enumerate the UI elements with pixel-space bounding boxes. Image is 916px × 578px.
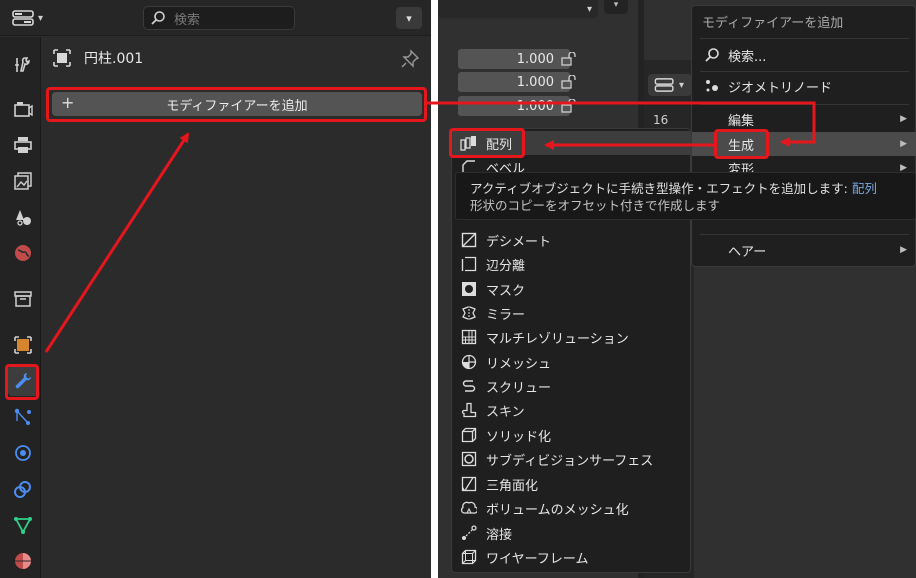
menu-item-geometry-nodes[interactable]: ジオメトリノード <box>692 74 916 98</box>
menu-separator <box>700 38 909 39</box>
submenu-item-wireframe[interactable]: ワイヤーフレーム <box>452 545 690 569</box>
object-name-row: 円柱.001 <box>52 46 143 70</box>
mask-icon <box>462 282 476 296</box>
chevron-down-icon: ▾ <box>679 79 685 91</box>
chevron-down-icon: ▾ <box>38 12 44 24</box>
menu-separator <box>700 104 909 105</box>
highlight-add-modifier <box>46 87 427 122</box>
world-icon[interactable] <box>8 238 38 268</box>
submenu-item-mask[interactable]: マスク <box>452 277 690 301</box>
menu-item-hair[interactable]: ヘアー ▶ <box>692 238 916 262</box>
options-dropdown-button[interactable]: ▾ <box>396 7 422 29</box>
subsurf-icon <box>461 451 477 467</box>
menu-item-search[interactable]: 検索... <box>692 43 916 67</box>
object-data-mesh-icon[interactable] <box>8 510 38 540</box>
submenu-item-triangulate[interactable]: 三角面化 <box>452 472 690 496</box>
search-icon <box>705 48 719 62</box>
menu-separator <box>700 71 909 72</box>
lock-icon[interactable] <box>560 52 576 66</box>
multires-icon <box>461 329 477 345</box>
output-icon[interactable] <box>8 130 38 160</box>
remesh-icon <box>461 354 477 370</box>
properties-tabs <box>0 37 41 578</box>
edge-split-icon <box>461 256 477 272</box>
submenu-item-edge-split[interactable]: 辺分離 <box>452 252 690 276</box>
pin-icon[interactable] <box>400 49 420 73</box>
wireframe-icon <box>461 549 477 565</box>
tooltip: アクティブオブジェクトに手続き型操作・エフェクトを追加します: 配列 形状のコピ… <box>455 172 916 220</box>
particles-icon[interactable] <box>8 402 38 432</box>
solidify-icon <box>461 427 477 443</box>
material-icon[interactable] <box>8 546 38 576</box>
chevron-right-icon: ▶ <box>900 139 907 149</box>
view-layer-icon[interactable] <box>8 166 38 196</box>
submenu-item-mirror[interactable]: ミラー <box>452 301 690 325</box>
highlight-array-item <box>449 128 525 158</box>
submenu-item-screw[interactable]: スクリュー <box>452 374 690 398</box>
submenu-item-weld[interactable]: 溶接 <box>452 521 690 545</box>
skin-icon <box>461 402 477 418</box>
tooltip-line-2: 形状のコピーをオフセット付きで作成します <box>470 198 721 213</box>
object-name: 円柱.001 <box>84 51 144 67</box>
submenu-item-skin[interactable]: スキン <box>452 398 690 422</box>
editor-type-icon <box>12 10 34 26</box>
scale-y-field[interactable]: 1.000 <box>458 72 570 92</box>
weld-icon <box>462 525 477 540</box>
submenu-item-volume-to-mesh[interactable]: ボリュームのメッシュ化 <box>452 496 690 520</box>
search-icon <box>151 11 165 25</box>
menu-title: モディファイアーを追加 <box>702 16 844 31</box>
highlight-modifier-tab <box>5 364 39 400</box>
menu-separator <box>700 234 909 235</box>
scale-z-field[interactable]: 1.000 <box>458 96 570 116</box>
chevron-down-icon: ▾ <box>406 11 412 25</box>
top-small-dropdown[interactable]: ▾ <box>604 0 628 14</box>
mirror-icon <box>462 306 476 320</box>
render-icon[interactable] <box>8 94 38 124</box>
menu-item-edit[interactable]: 編集 ▶ <box>692 107 916 131</box>
geometry-nodes-icon <box>706 80 718 92</box>
chevron-down-icon: ▾ <box>586 3 592 15</box>
volume-to-mesh-icon <box>461 501 477 514</box>
tooltip-line-1: アクティブオブジェクトに手続き型操作・エフェクトを追加します: 配列 <box>470 181 877 196</box>
submenu-item-decimate[interactable]: デシメート <box>452 228 690 252</box>
chevron-right-icon: ▶ <box>900 114 907 124</box>
lock-icon[interactable] <box>560 75 576 89</box>
editor-type-icon <box>654 78 674 92</box>
decimate-icon <box>461 232 477 248</box>
submenu-item-solidify[interactable]: ソリッド化 <box>452 423 690 447</box>
submenu-item-multires[interactable]: マルチレゾリューション <box>452 325 690 349</box>
screw-icon <box>462 380 476 392</box>
constraints-icon[interactable] <box>8 474 38 504</box>
frame-number: 16 <box>653 113 669 127</box>
object-icon[interactable] <box>8 330 38 360</box>
object-icon <box>53 49 71 67</box>
top-dropdown[interactable]: ▾ <box>438 0 598 18</box>
properties-search-input[interactable]: 検索 <box>143 6 295 30</box>
tooltip-python-name: 配列 <box>851 181 877 196</box>
submenu-item-subsurf[interactable]: サブディビジョンサーフェス <box>452 447 690 471</box>
physics-icon[interactable] <box>8 438 38 468</box>
properties-header: ▾ 検索 ▾ <box>0 0 431 36</box>
collection-icon[interactable] <box>8 284 38 314</box>
scene-icon[interactable] <box>8 202 38 232</box>
tool-icon[interactable] <box>8 50 38 80</box>
submenu-item-remesh[interactable]: リメッシュ <box>452 350 690 374</box>
chevron-right-icon: ▶ <box>900 245 907 255</box>
triangulate-icon <box>461 476 477 492</box>
chevron-down-icon: ▾ <box>613 0 619 10</box>
editor-type-button[interactable]: ▾ <box>12 7 54 29</box>
scale-x-field[interactable]: 1.000 <box>458 49 570 69</box>
search-placeholder: 検索 <box>174 12 201 28</box>
highlight-generate-item <box>714 129 769 159</box>
add-modifier-menu-view: ▾ ▾ 1.000 1.000 1.000 ▾ 16 モディファイアーを追加 検… <box>438 0 916 578</box>
editor-type-button[interactable]: ▾ <box>648 74 692 96</box>
lock-icon[interactable] <box>560 99 576 113</box>
